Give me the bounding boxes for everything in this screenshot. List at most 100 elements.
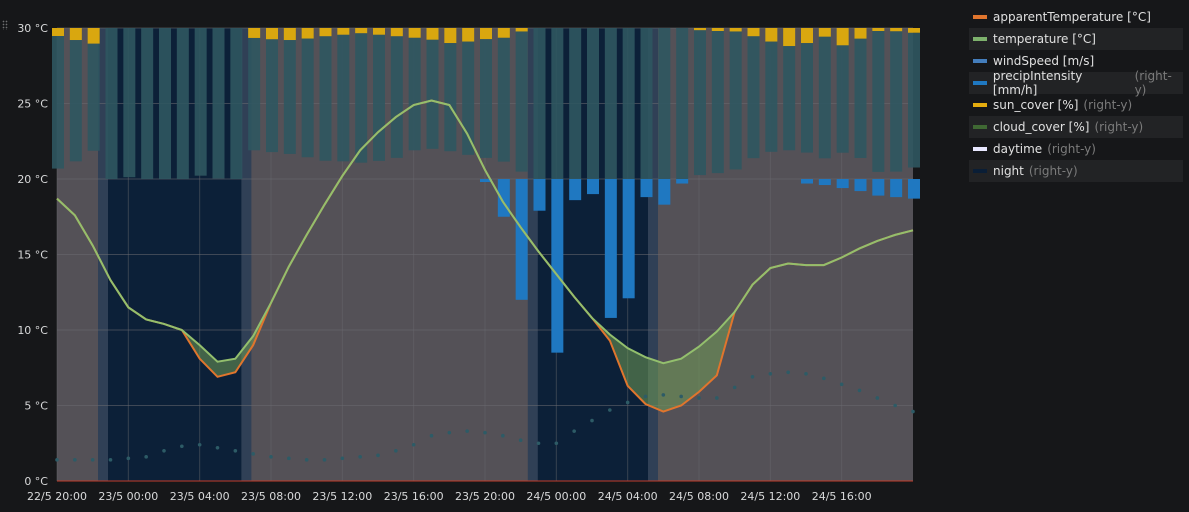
wind-speed-point [90,458,95,462]
wind-speed-point [126,456,131,461]
y-tick-label: 30 °C [17,22,48,35]
sun-cover-bar [462,28,475,42]
cloud-cover-bar [248,37,261,151]
cloud-cover-bar [52,36,64,169]
wind-speed-point [429,433,434,438]
sun-cover-bar [854,28,867,39]
wind-speed-point [804,371,808,376]
cloud-cover-bar [747,36,760,159]
wind-speed-point [55,458,59,462]
wind-speed-point [857,388,862,393]
sun-cover-bar [408,28,421,38]
sun-cover-bar [765,28,778,42]
wind-speed-point [73,458,77,462]
wind-speed-point [411,442,416,447]
x-tick-label: 23/5 20:00 [455,490,515,503]
legend-swatch-icon [973,147,987,151]
sun-cover-bar [694,28,706,31]
cloud-cover-bar [373,34,385,161]
y-tick-label: 20 °C [17,173,48,186]
legend-swatch-icon [973,125,987,129]
precip-bar [818,179,831,186]
wind-speed-point [875,396,880,400]
wind-speed-point [501,433,505,438]
sun-cover-bar [515,28,528,32]
wind-speed-point [661,393,666,397]
cloud-cover-bar [515,31,528,172]
legend-axis-note: (right-y) [1134,69,1172,97]
wind-speed-point [144,455,148,459]
wind-speed-point [732,385,737,390]
sun-cover-bar [319,28,332,37]
cloud-cover-bar [319,36,332,161]
legend-item[interactable]: daytime (right-y) [969,138,1183,160]
cloud-cover-bar [765,41,778,152]
wind-speed-point [197,442,202,447]
cloud-cover-bar [337,34,350,162]
wind-speed-point [358,455,362,459]
wind-speed-point [822,376,826,381]
legend-axis-note: (right-y) [1083,98,1133,112]
cloud-cover-bar [426,39,439,149]
legend-label: daytime [993,142,1043,156]
wind-speed-point [590,418,594,423]
legend-label: windSpeed [m/s] [993,54,1095,68]
y-tick-label: 0 °C [24,475,48,488]
sun-cover-bar [836,28,849,46]
wind-speed-point [162,449,166,453]
cloud-cover-bar [569,28,582,179]
legend-swatch-icon [973,37,987,41]
wind-speed-point [768,371,773,376]
legend-item[interactable]: precipIntensity [mm/h] (right-y) [969,69,1183,97]
legend-item[interactable]: sun_cover [%] (right-y) [969,94,1183,116]
x-tick-label: 23/5 08:00 [241,490,301,503]
legend-label: apparentTemperature [°C] [993,10,1151,24]
precip-bar [551,179,564,353]
wind-speed-point [108,458,113,462]
cloud-cover-bar [729,31,742,170]
sun-cover-bar [87,28,100,44]
legend-axis-note: (right-y) [1028,164,1078,178]
cloud-cover-bar [676,28,689,179]
x-tick-label: 23/5 00:00 [98,490,158,503]
x-tick-label: 24/5 16:00 [812,490,872,503]
legend-item[interactable]: apparentTemperature [°C] [969,6,1183,28]
legend-item[interactable]: night (right-y) [969,160,1183,182]
chart-legend: apparentTemperature [°C] temperature [°C]… [969,6,1183,182]
cloud-cover-bar [301,38,314,158]
wind-speed-point [304,458,309,462]
precip-bar [658,179,671,205]
cloud-cover-bar [141,28,154,179]
precip-bar [872,179,885,196]
x-tick-label: 24/5 08:00 [669,490,729,503]
legend-swatch-icon [973,59,987,63]
x-tick-label: 23/5 16:00 [384,490,444,503]
drag-handle-icon[interactable] [2,20,8,30]
precip-bar [676,179,689,184]
legend-item[interactable]: temperature [°C] [969,28,1183,50]
cloud-cover-bar [444,43,457,152]
wind-speed-point [715,396,719,400]
wind-speed-point [465,429,469,433]
legend-axis-note: (right-y) [1094,120,1144,134]
wind-speed-point [269,455,273,459]
sun-cover-bar [69,28,82,41]
precip-bar [836,179,849,189]
cloud-cover-bar [480,39,492,158]
sun-cover-bar [301,28,314,39]
legend-label: sun_cover [%] [993,98,1079,112]
sun-cover-bar [908,28,920,33]
cloud-cover-bar [123,28,136,178]
cloud-cover-bar [694,30,706,176]
cloud-cover-bar [640,28,653,179]
precip-bar [604,179,617,318]
sun-cover-bar [426,28,439,40]
legend-label: temperature [°C] [993,32,1096,46]
wind-speed-point [786,370,790,375]
cloud-cover-bar [194,28,207,176]
cloud-cover-bar [105,28,118,179]
sun-cover-bar [444,28,457,44]
x-tick-label: 23/5 12:00 [312,490,372,503]
legend-item[interactable]: cloud_cover [%] (right-y) [969,116,1183,138]
legend-label: night [993,164,1024,178]
